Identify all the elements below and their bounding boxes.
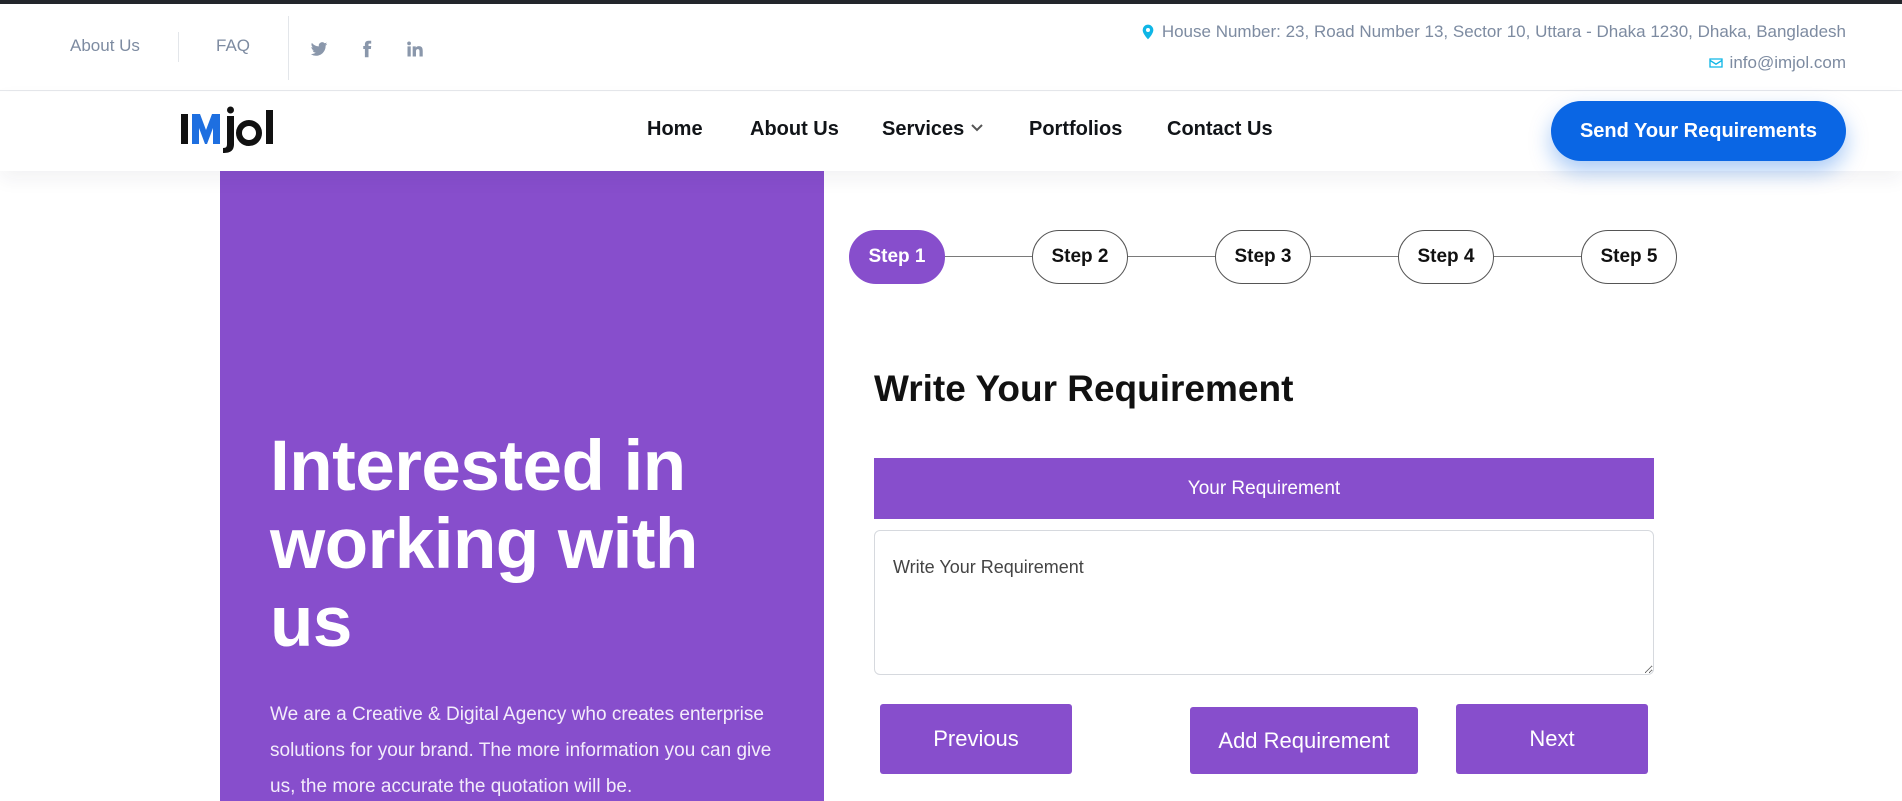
- next-button[interactable]: Next: [1456, 704, 1648, 774]
- linkedin-icon[interactable]: [404, 38, 426, 60]
- nav-contact-us[interactable]: Contact Us: [1167, 118, 1273, 141]
- nav-services[interactable]: Services: [882, 118, 984, 141]
- nav-services-label: Services: [882, 118, 965, 140]
- topbar-about-link[interactable]: About Us: [70, 36, 140, 56]
- top-bar: About Us FAQ House Number: 23, Road Numb…: [0, 4, 1902, 91]
- main-navbar: Home About Us Services Portfolios Contac…: [0, 92, 1902, 171]
- email-line[interactable]: info@imjol.com: [1708, 53, 1846, 73]
- nav-portfolios[interactable]: Portfolios: [1029, 118, 1122, 141]
- step-3[interactable]: Step 3: [1215, 230, 1311, 284]
- add-requirement-button[interactable]: Add Requirement: [1190, 707, 1418, 774]
- imjol-logo[interactable]: [178, 106, 298, 156]
- step-1[interactable]: Step 1: [849, 230, 945, 284]
- hero-description: We are a Creative & Digital Agency who c…: [270, 704, 772, 797]
- divider: [178, 32, 179, 62]
- topbar-faq-link[interactable]: FAQ: [216, 36, 250, 56]
- divider: [288, 16, 289, 80]
- step-5[interactable]: Step 5: [1581, 230, 1677, 284]
- form-title: Write Your Requirement: [874, 368, 1294, 409]
- nav-home[interactable]: Home: [647, 118, 703, 141]
- requirement-section-header: Your Requirement: [874, 458, 1654, 519]
- send-requirements-button[interactable]: Send Your Requirements: [1551, 101, 1846, 161]
- hero-title: Interested in working with us: [270, 427, 698, 662]
- step-2[interactable]: Step 2: [1032, 230, 1128, 284]
- email-text[interactable]: info@imjol.com: [1730, 53, 1846, 73]
- twitter-icon[interactable]: [308, 38, 330, 60]
- address-text: House Number: 23, Road Number 13, Sector…: [1161, 22, 1846, 41]
- step-4[interactable]: Step 4: [1398, 230, 1494, 284]
- hero-panel: Interested in working with us We are a C…: [220, 171, 824, 801]
- previous-button[interactable]: Previous: [880, 704, 1072, 774]
- location-pin-icon: [1142, 24, 1154, 40]
- chevron-down-icon: [970, 118, 984, 141]
- envelope-icon: [1708, 58, 1723, 68]
- nav-about-us[interactable]: About Us: [750, 118, 839, 141]
- address-line: House Number: 23, Road Number 13, Sector…: [1140, 22, 1846, 42]
- requirement-textarea[interactable]: [874, 530, 1654, 675]
- facebook-icon[interactable]: [356, 38, 378, 60]
